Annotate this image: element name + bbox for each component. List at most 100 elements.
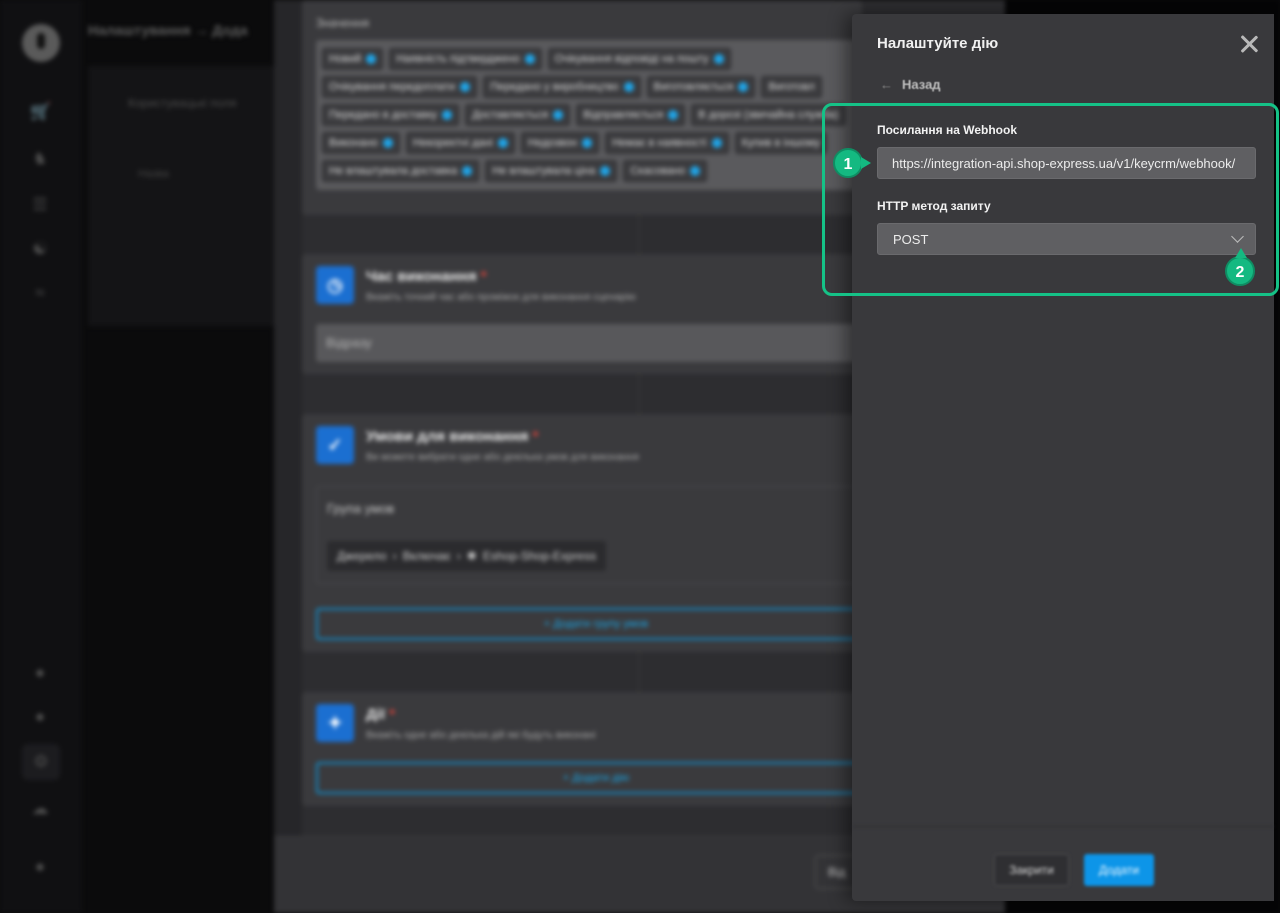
remove-tag-icon[interactable] [713, 54, 724, 64]
actions-section-subtitle: Вкажіть одне або декілька дій які будуть… [366, 730, 596, 741]
cart-icon[interactable]: 🛒 [30, 103, 51, 121]
step-marker-1: 1 [833, 148, 871, 178]
remove-tag-icon[interactable] [623, 82, 634, 92]
remove-tag-icon[interactable] [582, 138, 593, 148]
remove-tag-icon[interactable] [600, 166, 611, 176]
status-tag[interactable]: Очікування передоплати [322, 76, 478, 98]
chevron-down-icon [1231, 230, 1244, 243]
user-icon[interactable]: ● [30, 858, 50, 876]
status-tag[interactable]: Виконано [322, 132, 400, 154]
conditions-section-title: Умови для виконання * [366, 428, 539, 445]
status-tag[interactable]: Виготовляється [646, 76, 756, 98]
remove-tag-icon[interactable] [690, 166, 701, 176]
actions-section: ✦ Дії * Вкажіть одне або декілька дій як… [302, 692, 876, 806]
page-panel: Користувацькі поля Назва [88, 66, 278, 326]
list-icon[interactable]: ☰ [30, 196, 50, 214]
remove-tag-icon[interactable] [382, 138, 393, 148]
modal-gutter [274, 0, 302, 836]
condition-operator: Включає [402, 549, 451, 563]
status-tag-label: В дорозі (звичайна служба) [698, 109, 839, 121]
status-tag[interactable]: В дорозі (звичайна служба) [691, 104, 846, 126]
back-link[interactable]: ← Назад [880, 77, 941, 92]
step-marker-2: 2 [1225, 248, 1255, 286]
status-tag-label: Виконано [329, 137, 378, 149]
status-tag[interactable]: Доставляється [465, 104, 571, 126]
bulb-icon[interactable]: ● [30, 664, 50, 682]
remove-tag-icon[interactable] [553, 110, 564, 120]
remove-tag-icon[interactable] [668, 110, 679, 120]
remove-tag-icon[interactable] [366, 54, 377, 64]
drawer-title: Налаштуйте дію [877, 35, 999, 52]
remove-tag-icon[interactable] [442, 110, 453, 120]
add-condition-group-button[interactable]: + Додати групу умов [316, 608, 876, 640]
breadcrumb: Налаштування → Дода [88, 22, 248, 38]
condition-group-label: Група умов [327, 501, 395, 516]
add-button[interactable]: Додати [1084, 854, 1154, 886]
status-tag-label: Немає в наявності [612, 137, 707, 149]
status-tag-label: Скасовано [630, 165, 686, 177]
remove-tag-icon[interactable] [738, 82, 749, 92]
remove-tag-icon[interactable] [462, 166, 473, 176]
status-tag[interactable]: Не влаштувала ціна [485, 160, 618, 182]
close-icon[interactable] [1238, 33, 1260, 55]
shop-icon: ✱ [466, 549, 477, 563]
values-section: Значення Новий Наявність підтверджено Оч… [302, 0, 876, 215]
status-tag[interactable]: Передано у виробництво [483, 76, 641, 98]
status-tag-label: Наявність підтверджено [396, 53, 520, 65]
page-panel-item: Назва [138, 168, 169, 180]
status-tag-label: Виготовляється [653, 81, 734, 93]
back-label: Назад [902, 77, 941, 92]
sidebar: 🛒 ♞ ☰ ☯ ≈ ● ● ⚙ ☁ ● [0, 0, 82, 913]
webhook-url-input[interactable] [877, 147, 1256, 179]
conditions-section: ✓ Умови для виконання * Ви можете вибрат… [302, 414, 876, 652]
remove-tag-icon[interactable] [460, 82, 471, 92]
condition-chip[interactable]: Джерело › Включає › ✱ Eshop-Shop-Express [327, 541, 607, 571]
delivery-icon[interactable]: ♞ [30, 150, 50, 168]
status-tag[interactable]: Некоректні дані [405, 132, 515, 154]
remove-tag-icon[interactable] [497, 138, 508, 148]
dot-icon[interactable]: ● [30, 708, 50, 726]
page-panel-title: Користувацькі поля [128, 96, 237, 110]
clock-icon: ◷ [316, 266, 354, 304]
remove-tag-icon[interactable] [711, 138, 722, 148]
time-section-subtitle: Вкажіть точний час або проміжок для вико… [366, 292, 636, 303]
http-method-select[interactable]: POST [877, 223, 1256, 255]
status-tag[interactable]: Відправляється [576, 104, 686, 126]
drawer-footer: Закрити Додати [852, 826, 1274, 901]
time-select[interactable]: Відразу [316, 324, 876, 362]
status-tag-label: Не влаштувала доставка [329, 165, 458, 177]
time-section-title: Час виконання * [366, 268, 487, 285]
analytics-icon[interactable]: ≈ [30, 284, 50, 302]
status-tag-label: Недозвон [527, 137, 578, 149]
status-tag-label: Виготовл [768, 81, 815, 93]
app-logo [22, 24, 60, 62]
conditions-section-subtitle: Ви можете вибрати одне або декілька умов… [366, 452, 639, 463]
time-section: ◷ Час виконання * Вкажіть точний час або… [302, 254, 876, 374]
status-tag[interactable]: Недозвон [520, 132, 600, 154]
cloud-icon[interactable]: ☁ [30, 800, 50, 818]
status-tag[interactable]: Скасовано [623, 160, 708, 182]
status-tag-label: Очікування відповіді на пошту [554, 53, 709, 65]
action-drawer: Налаштуйте дію ← Назад Посилання на Webh… [852, 14, 1274, 901]
status-tag-label: Передано у виробництво [490, 81, 619, 93]
close-button[interactable]: Закрити [994, 854, 1069, 886]
settings-icon[interactable]: ⚙ [22, 744, 60, 780]
status-tag[interactable]: Передано в доставку [322, 104, 460, 126]
status-tags[interactable]: Новий Наявність підтверджено Очікування … [316, 40, 876, 190]
remove-tag-icon[interactable] [524, 54, 535, 64]
status-tag[interactable]: Не влаштувала доставка [322, 160, 480, 182]
status-tag-label: Купив в іншому [741, 137, 821, 149]
checkbox-icon: ✓ [316, 426, 354, 464]
status-tag[interactable]: Купив в іншому [734, 132, 828, 154]
add-action-button[interactable]: + Додати дію [316, 762, 876, 794]
status-tag[interactable]: Очікування відповіді на пошту [547, 48, 731, 70]
webhook-url-label: Посилання на Webhook [877, 123, 1018, 137]
section-connector [638, 215, 640, 255]
section-connector [638, 374, 640, 414]
status-tag[interactable]: Наявність підтверджено [389, 48, 542, 70]
status-tag[interactable]: Немає в наявності [605, 132, 729, 154]
hierarchy-icon[interactable]: ☯ [30, 240, 50, 258]
status-tag[interactable]: Новий [322, 48, 384, 70]
status-tag[interactable]: Виготовл [761, 76, 822, 98]
arrow-left-icon: ← [880, 77, 893, 92]
